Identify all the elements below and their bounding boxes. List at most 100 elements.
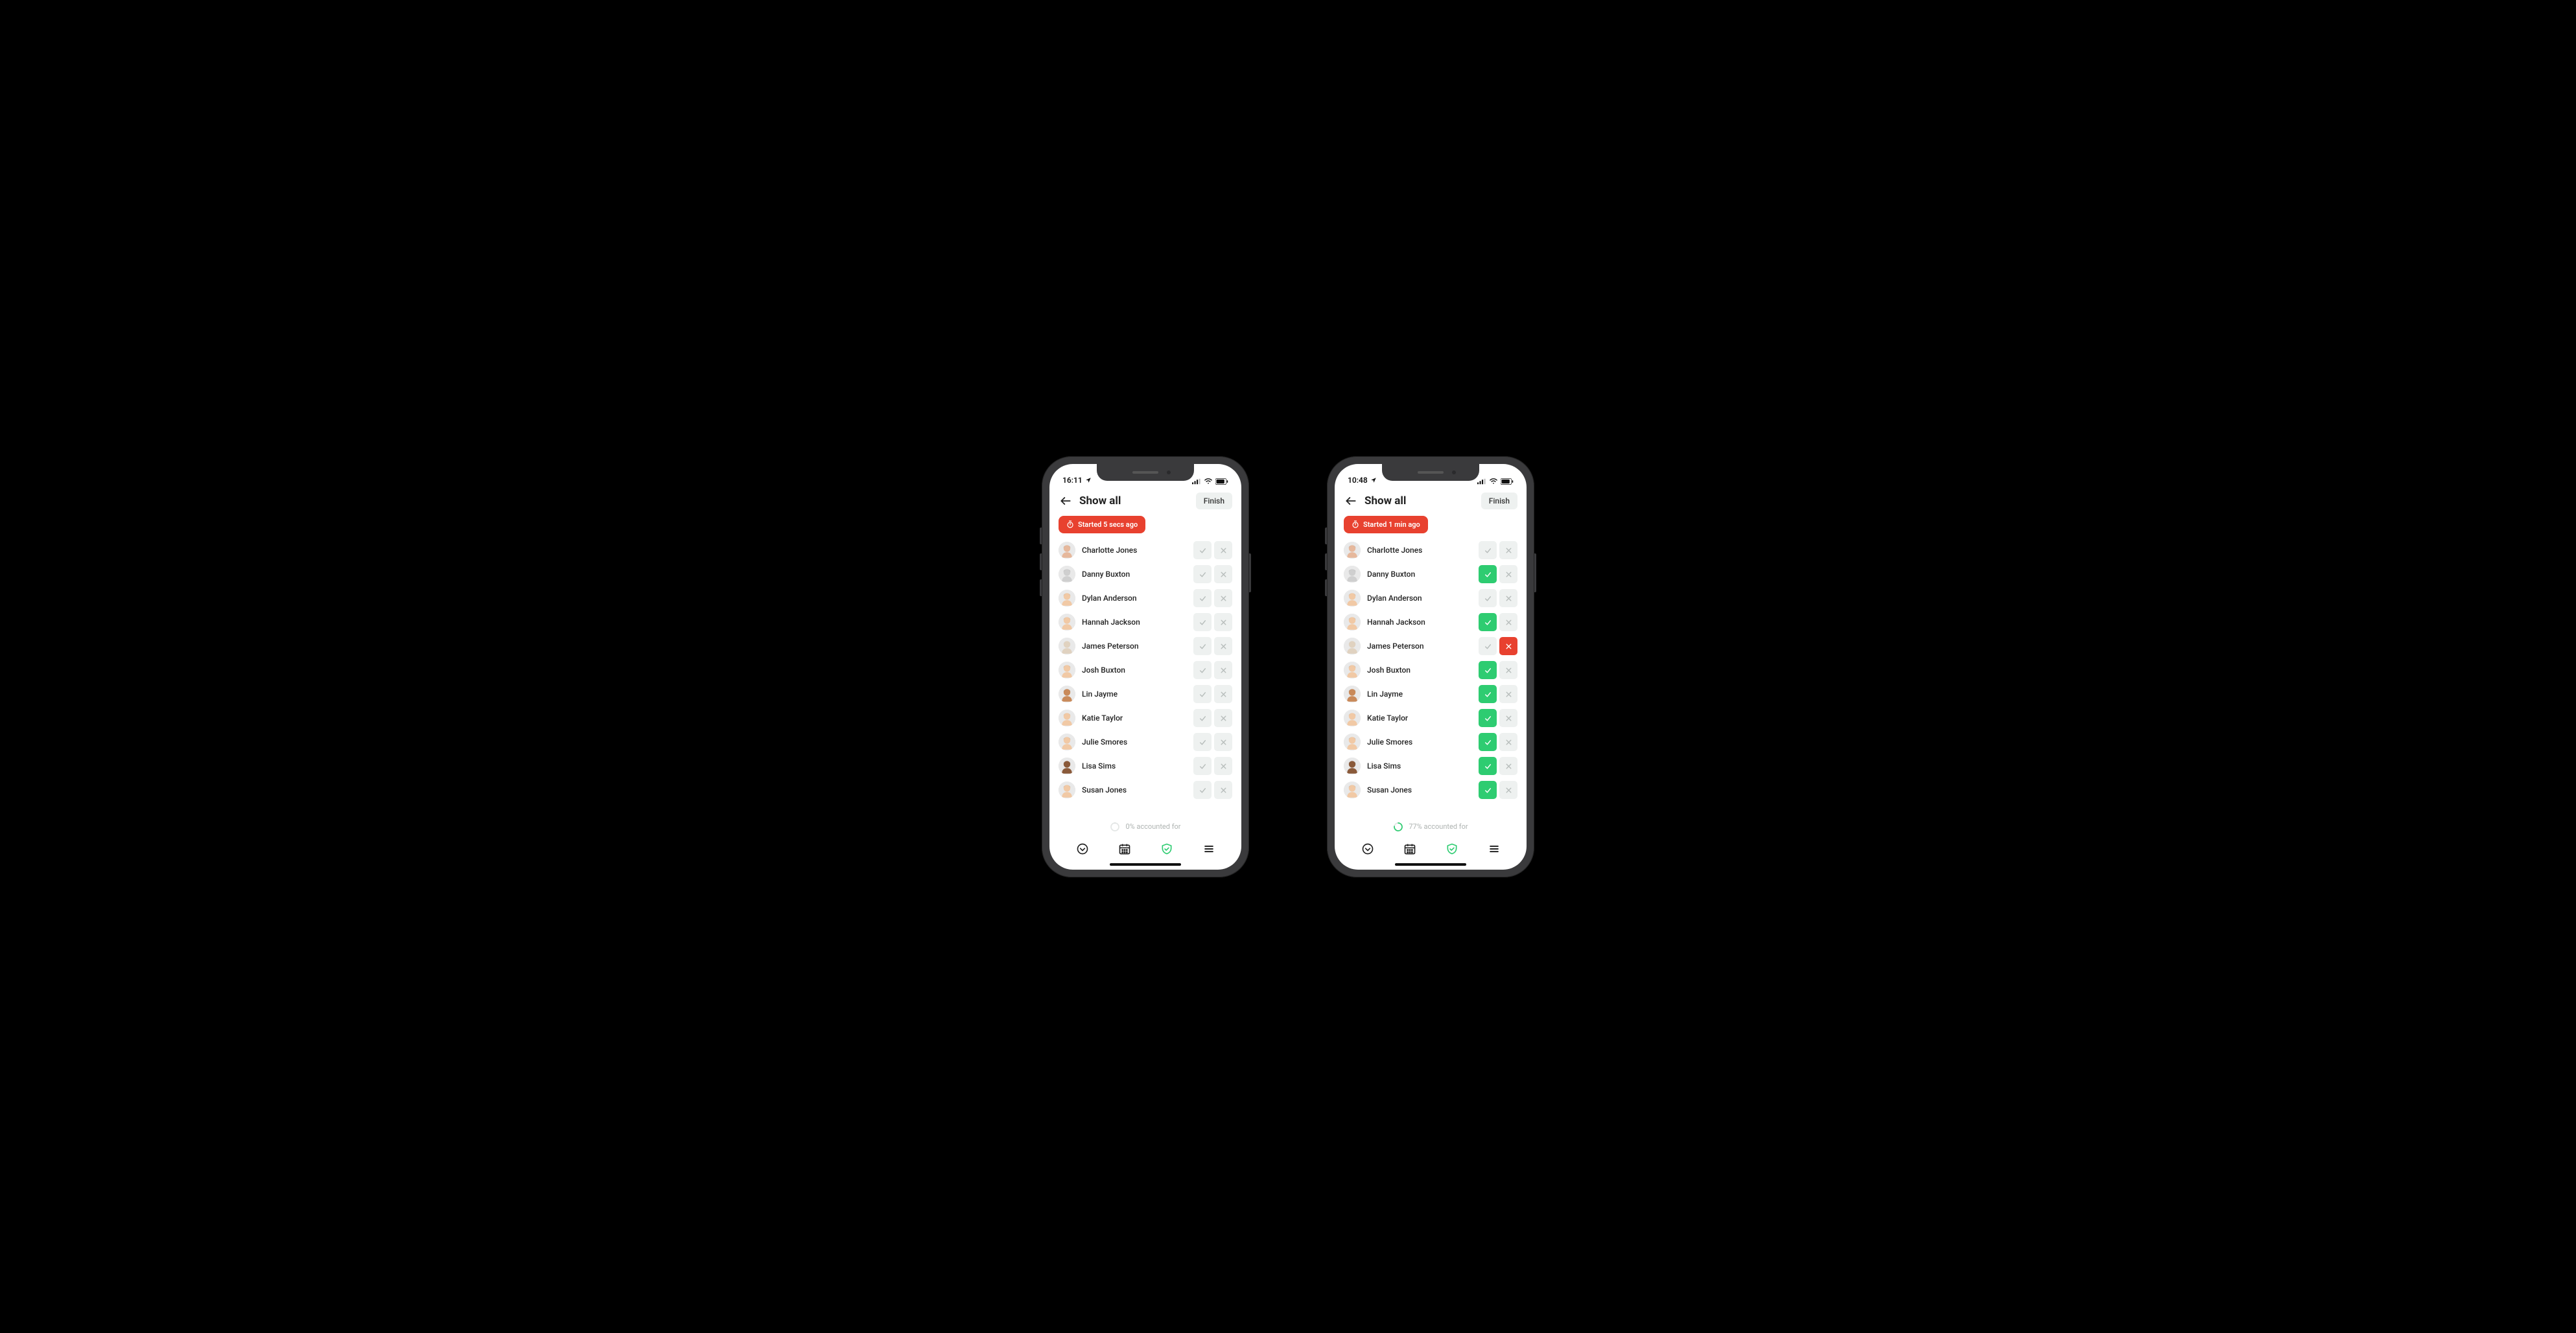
- finish-button[interactable]: Finish: [1481, 493, 1517, 509]
- arrow-left-icon: [1344, 494, 1357, 507]
- tab-calendar[interactable]: [1114, 840, 1136, 858]
- speaker-grille: [1418, 471, 1444, 474]
- person-name: Julie Smores: [1082, 737, 1187, 747]
- page-title: Show all: [1364, 494, 1475, 507]
- mark-present-button[interactable]: [1193, 709, 1212, 727]
- status-time: 16:11: [1062, 476, 1083, 485]
- mark-present-button[interactable]: [1193, 661, 1212, 679]
- row-buttons: [1479, 541, 1517, 559]
- mark-absent-button[interactable]: [1499, 757, 1517, 775]
- row-buttons: [1193, 541, 1232, 559]
- mark-present-button[interactable]: [1479, 709, 1497, 727]
- location-icon: [1085, 477, 1092, 483]
- mark-absent-button[interactable]: [1214, 685, 1232, 703]
- mark-absent-button[interactable]: [1499, 565, 1517, 583]
- person-name: Susan Jones: [1367, 785, 1472, 794]
- home-indicator[interactable]: [1110, 863, 1181, 866]
- mark-absent-button[interactable]: [1214, 565, 1232, 583]
- person-name: Josh Buxton: [1082, 666, 1187, 675]
- stopwatch-icon: [1066, 520, 1074, 528]
- signal-icon: [1477, 478, 1486, 485]
- person-name: Susan Jones: [1082, 785, 1187, 794]
- person-name: Dylan Anderson: [1367, 594, 1472, 603]
- progress-ring-icon: [1110, 822, 1120, 832]
- mark-absent-button[interactable]: [1499, 637, 1517, 655]
- mark-absent-button[interactable]: [1499, 541, 1517, 559]
- header: Show all Finish: [1335, 486, 1527, 513]
- tab-shield[interactable]: [1156, 840, 1178, 858]
- mark-present-button[interactable]: [1479, 733, 1497, 751]
- row-buttons: [1479, 733, 1517, 751]
- mark-present-button[interactable]: [1479, 613, 1497, 631]
- person-name: Julie Smores: [1367, 737, 1472, 747]
- mark-present-button[interactable]: [1193, 637, 1212, 655]
- tab-shield[interactable]: [1441, 840, 1463, 858]
- back-button[interactable]: [1344, 494, 1358, 508]
- mark-absent-button[interactable]: [1499, 589, 1517, 607]
- mark-absent-button[interactable]: [1499, 685, 1517, 703]
- home-indicator[interactable]: [1395, 863, 1466, 866]
- mark-present-button[interactable]: [1193, 613, 1212, 631]
- avatar: [1059, 590, 1075, 607]
- person-row: Charlotte Jones: [1059, 539, 1232, 562]
- chip-row: Started 5 secs ago: [1049, 513, 1241, 539]
- tab-menu[interactable]: [1198, 840, 1220, 858]
- mark-absent-button[interactable]: [1214, 709, 1232, 727]
- mark-absent-button[interactable]: [1499, 733, 1517, 751]
- mark-present-button[interactable]: [1193, 685, 1212, 703]
- person-name: Lin Jayme: [1367, 690, 1472, 699]
- mark-absent-button[interactable]: [1214, 781, 1232, 799]
- mark-present-button[interactable]: [1479, 541, 1497, 559]
- location-icon: [1370, 477, 1377, 483]
- mark-absent-button[interactable]: [1214, 637, 1232, 655]
- speaker-grille: [1132, 471, 1158, 474]
- mark-present-button[interactable]: [1193, 733, 1212, 751]
- mark-absent-button[interactable]: [1214, 613, 1232, 631]
- people-list[interactable]: Charlotte Jones Danny Buxton: [1049, 539, 1241, 826]
- mark-absent-button[interactable]: [1214, 757, 1232, 775]
- mark-present-button[interactable]: [1193, 757, 1212, 775]
- mark-present-button[interactable]: [1193, 565, 1212, 583]
- person-row: Hannah Jackson: [1059, 610, 1232, 634]
- row-buttons: [1479, 589, 1517, 607]
- person-row: Julie Smores: [1344, 730, 1517, 754]
- mark-present-button[interactable]: [1479, 589, 1497, 607]
- people-list[interactable]: Charlotte Jones Danny Buxton: [1335, 539, 1527, 826]
- mark-present-button[interactable]: [1479, 565, 1497, 583]
- mark-present-button[interactable]: [1479, 637, 1497, 655]
- person-name: Hannah Jackson: [1082, 618, 1187, 627]
- tab-menu[interactable]: [1483, 840, 1505, 858]
- mark-absent-button[interactable]: [1214, 733, 1232, 751]
- mark-present-button[interactable]: [1479, 685, 1497, 703]
- mark-absent-button[interactable]: [1499, 613, 1517, 631]
- mark-present-button[interactable]: [1193, 541, 1212, 559]
- mark-absent-button[interactable]: [1499, 661, 1517, 679]
- wifi-icon: [1489, 478, 1498, 485]
- mark-absent-button[interactable]: [1499, 709, 1517, 727]
- tab-calendar[interactable]: [1399, 840, 1421, 858]
- avatar: [1059, 758, 1075, 774]
- row-buttons: [1479, 565, 1517, 583]
- mark-absent-button[interactable]: [1499, 781, 1517, 799]
- mark-absent-button[interactable]: [1214, 589, 1232, 607]
- avatar: [1059, 662, 1075, 678]
- avatar: [1059, 710, 1075, 726]
- mark-absent-button[interactable]: [1214, 541, 1232, 559]
- battery-icon: [1501, 478, 1514, 485]
- mark-present-button[interactable]: [1479, 661, 1497, 679]
- mark-present-button[interactable]: [1479, 781, 1497, 799]
- row-buttons: [1479, 637, 1517, 655]
- person-name: Josh Buxton: [1367, 666, 1472, 675]
- back-button[interactable]: [1059, 494, 1073, 508]
- tab-clock[interactable]: [1357, 840, 1379, 858]
- chip-label: Started 1 min ago: [1363, 520, 1420, 529]
- mark-present-button[interactable]: [1479, 757, 1497, 775]
- finish-button[interactable]: Finish: [1196, 493, 1232, 509]
- mark-absent-button[interactable]: [1214, 661, 1232, 679]
- tab-clock[interactable]: [1071, 840, 1094, 858]
- person-row: Susan Jones: [1059, 778, 1232, 802]
- mark-present-button[interactable]: [1193, 589, 1212, 607]
- row-buttons: [1193, 781, 1232, 799]
- mark-present-button[interactable]: [1193, 781, 1212, 799]
- header: Show all Finish: [1049, 486, 1241, 513]
